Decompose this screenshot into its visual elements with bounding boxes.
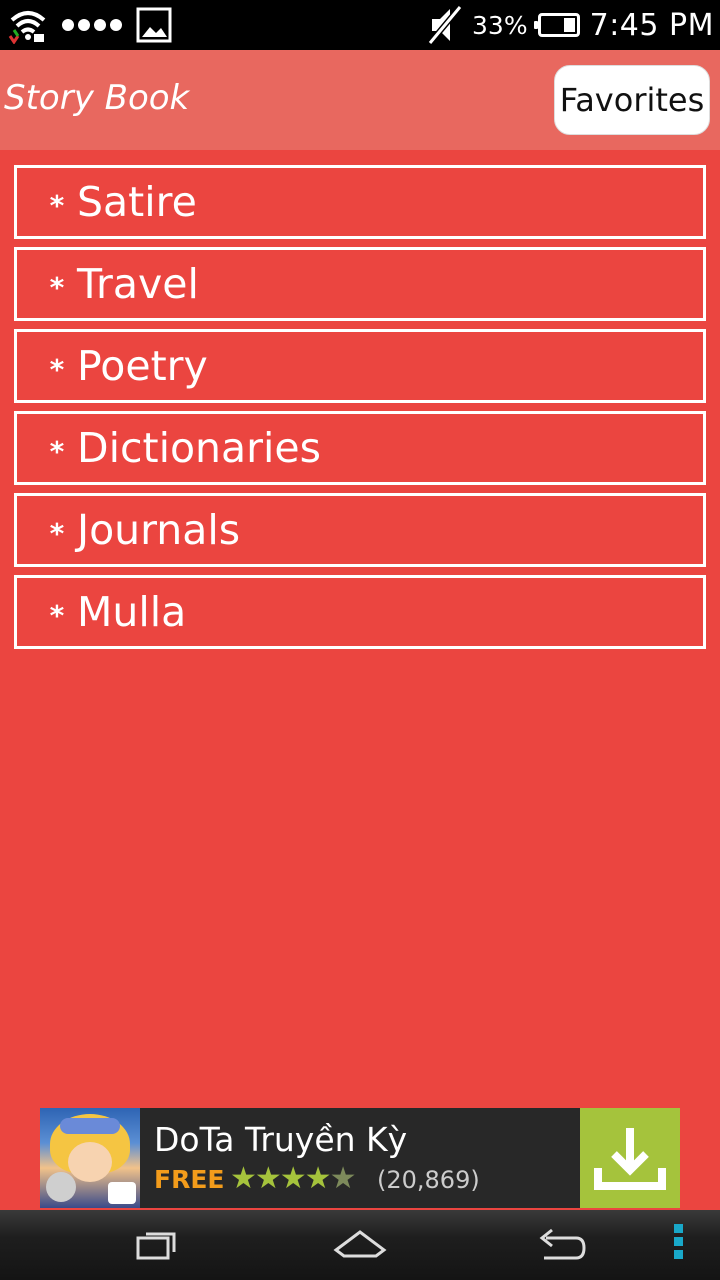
rating-count: (20,869) (377, 1166, 480, 1194)
app-bar: Story Book Favorites (0, 50, 720, 150)
app-title: Story Book (4, 78, 190, 118)
ad-banner[interactable]: DoTa Truyền Kỳ FREE ★★★★★ (20,869) (40, 1108, 680, 1208)
category-item-mulla[interactable]: * Mulla (14, 575, 706, 649)
category-label: Journals (77, 506, 241, 554)
category-label: Travel (77, 260, 199, 308)
category-item-travel[interactable]: * Travel (14, 247, 706, 321)
clock: 7:45 PM (589, 7, 714, 43)
ad-price: FREE (154, 1165, 225, 1194)
status-right: 33% 7:45 PM (426, 0, 714, 50)
category-label: Satire (77, 178, 197, 226)
category-item-journals[interactable]: * Journals (14, 493, 706, 567)
back-icon (539, 1228, 586, 1260)
category-label: Poetry (77, 342, 208, 390)
bullet-asterisk: * (49, 434, 65, 468)
bullet-asterisk: * (49, 352, 65, 386)
favorites-button[interactable]: Favorites (554, 65, 710, 135)
home-icon (333, 1230, 387, 1258)
category-label: Dictionaries (77, 424, 321, 472)
image-notification-icon (136, 7, 172, 43)
battery-percent: 33% (472, 10, 528, 40)
signal-dots-icon (62, 19, 122, 31)
category-item-satire[interactable]: * Satire (14, 165, 706, 239)
category-label: Mulla (77, 588, 187, 636)
download-icon (594, 1128, 666, 1190)
bullet-asterisk: * (49, 270, 65, 304)
status-left (8, 6, 172, 44)
wifi-icon (8, 11, 46, 44)
recent-apps-button[interactable] (130, 1220, 190, 1270)
mute-icon (427, 5, 463, 45)
bullet-asterisk: * (49, 598, 65, 632)
back-button[interactable] (530, 1220, 590, 1270)
ad-title: DoTa Truyền Kỳ (154, 1120, 408, 1159)
game-app-icon (40, 1108, 140, 1208)
category-item-dictionaries[interactable]: * Dictionaries (14, 411, 706, 485)
category-list: * Satire * Travel * Poetry * Dictionarie… (14, 165, 706, 657)
category-item-poetry[interactable]: * Poetry (14, 329, 706, 403)
status-bar: 33% 7:45 PM (0, 0, 720, 50)
bullet-asterisk: * (49, 516, 65, 550)
bullet-asterisk: * (49, 188, 65, 222)
star-rating-icon: ★★★★★ (230, 1161, 356, 1196)
recent-apps-icon (136, 1232, 176, 1260)
battery-icon (533, 13, 580, 37)
menu-icon[interactable] (674, 1224, 684, 1263)
download-button[interactable] (580, 1108, 680, 1208)
navigation-bar (0, 1210, 720, 1280)
home-button[interactable] (330, 1220, 390, 1270)
